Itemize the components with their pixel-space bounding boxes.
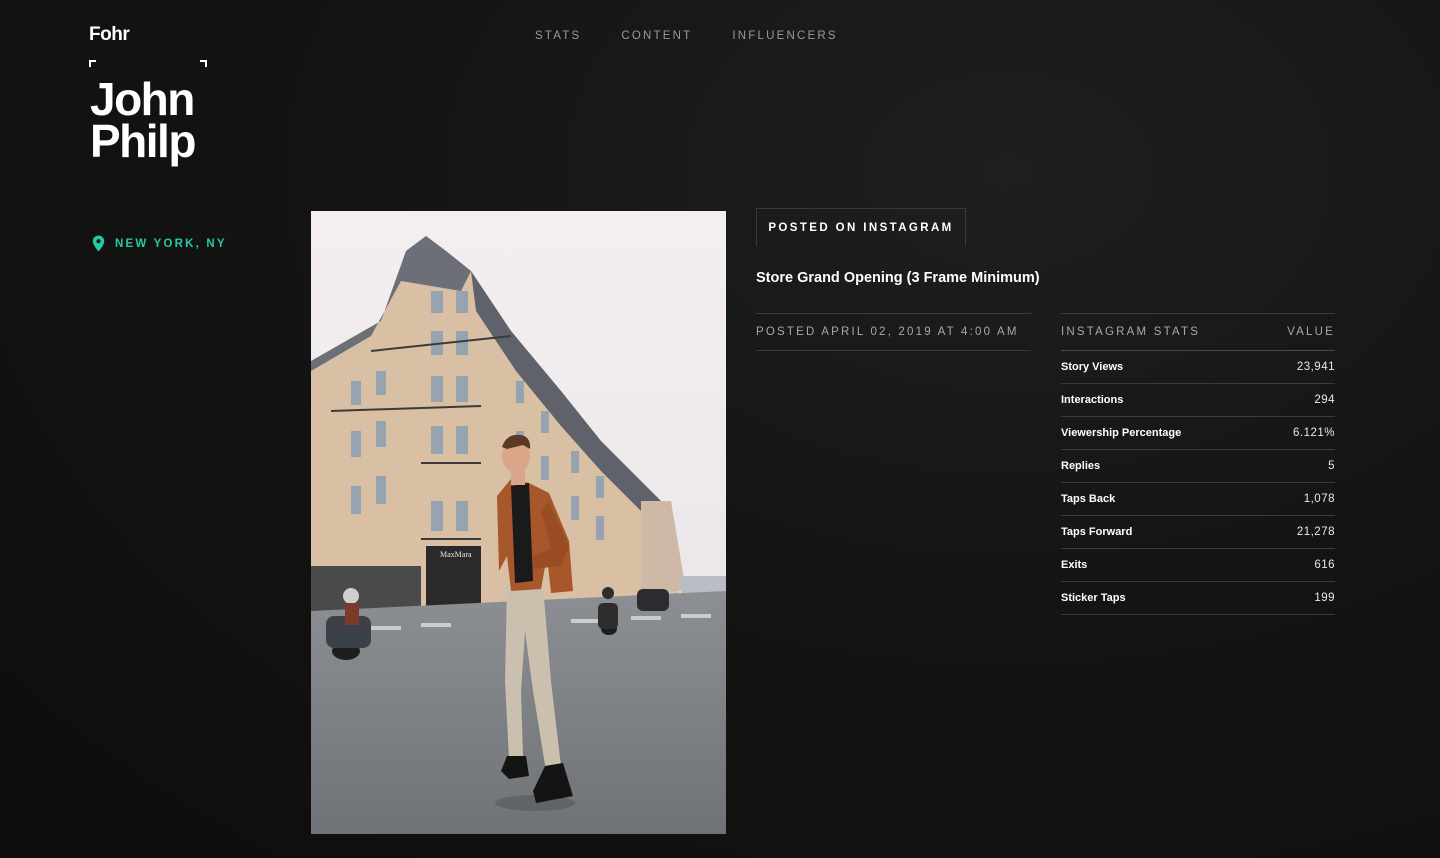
street-photo-image: MaxMara xyxy=(311,211,726,834)
influencer-name: John Philp xyxy=(90,73,196,167)
nav-influencers[interactable]: INFLUENCERS xyxy=(732,30,837,42)
stat-label: Interactions xyxy=(1061,394,1124,406)
stat-label: Replies xyxy=(1061,460,1101,472)
posted-date: POSTED APRIL 02, 2019 AT 4:00 AM xyxy=(756,313,1031,351)
instagram-stats-table: INSTAGRAM STATS VALUE Story Views 23,941… xyxy=(1061,313,1335,615)
table-row: Replies 5 xyxy=(1061,450,1335,483)
stat-value: 6.121% xyxy=(1292,427,1335,439)
top-nav: STATS CONTENT INFLUENCERS xyxy=(535,30,838,42)
stats-header-value: VALUE xyxy=(1287,326,1335,338)
posted-date-text: POSTED APRIL 02, 2019 AT 4:00 AM xyxy=(756,326,1019,338)
frame-corner-top-left xyxy=(89,60,96,67)
stat-label: Story Views xyxy=(1061,361,1124,373)
stat-value: 23,941 xyxy=(1296,361,1335,373)
last-name: Philp xyxy=(90,115,196,167)
stat-value: 294 xyxy=(1314,394,1335,406)
table-row: Sticker Taps 199 xyxy=(1061,582,1335,615)
table-row: Taps Back 1,078 xyxy=(1061,483,1335,516)
stat-value: 199 xyxy=(1314,592,1335,604)
post-photo[interactable]: MaxMara xyxy=(311,211,726,834)
location-pin-icon xyxy=(92,235,105,252)
table-row: Interactions 294 xyxy=(1061,384,1335,417)
shop-sign: MaxMara xyxy=(440,550,472,559)
frame-corner-top-right xyxy=(200,60,207,67)
influencer-name-block: John Philp xyxy=(89,60,207,170)
location: NEW YORK, NY xyxy=(92,235,227,252)
nav-content[interactable]: CONTENT xyxy=(621,30,692,42)
stat-value: 21,278 xyxy=(1296,526,1335,538)
post-title: Store Grand Opening (3 Frame Minimum) xyxy=(756,270,1040,286)
stat-label: Taps Forward xyxy=(1061,526,1133,538)
stat-label: Viewership Percentage xyxy=(1061,427,1182,439)
brand-logo[interactable]: Fohr xyxy=(89,24,130,46)
stat-label: Sticker Taps xyxy=(1061,592,1126,604)
platform-badge-label: POSTED ON INSTAGRAM xyxy=(768,221,954,234)
table-row: Story Views 23,941 xyxy=(1061,351,1335,384)
first-name: John xyxy=(90,73,195,125)
stats-header-label: INSTAGRAM STATS xyxy=(1061,326,1201,338)
nav-stats[interactable]: STATS xyxy=(535,30,581,42)
stat-value: 616 xyxy=(1314,559,1335,571)
stat-value: 1,078 xyxy=(1303,493,1335,505)
location-text: NEW YORK, NY xyxy=(115,237,227,250)
table-row: Exits 616 xyxy=(1061,549,1335,582)
platform-badge: POSTED ON INSTAGRAM xyxy=(756,208,966,246)
stat-label: Taps Back xyxy=(1061,493,1116,505)
table-row: Viewership Percentage 6.121% xyxy=(1061,417,1335,450)
stat-value: 5 xyxy=(1328,460,1335,472)
stat-label: Exits xyxy=(1061,559,1088,571)
table-row: Taps Forward 21,278 xyxy=(1061,516,1335,549)
stats-table-header: INSTAGRAM STATS VALUE xyxy=(1061,313,1335,351)
